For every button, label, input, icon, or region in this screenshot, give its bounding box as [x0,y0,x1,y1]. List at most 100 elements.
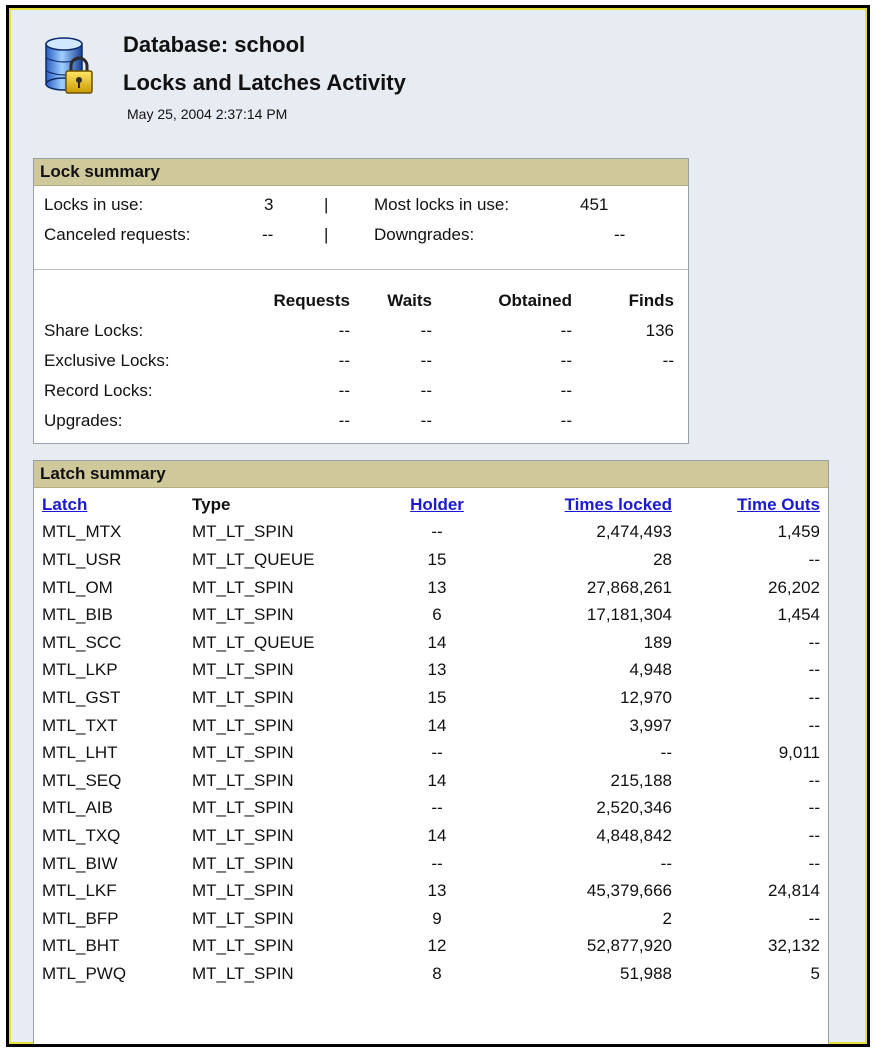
latch-time-outs-cell: -- [808,660,820,680]
lock-cell: -- [420,381,432,400]
latch-type-cell: MT_LT_SPIN [192,825,294,845]
latch-times-locked-cell: 28 [653,549,672,569]
latch-holder-cell: 14 [427,632,447,652]
table-row: MTL_SEQ MT_LT_SPIN 14 215,188 -- [42,767,820,795]
table-row: MTL_OM MT_LT_SPIN 13 27,868,261 26,202 [42,574,820,602]
table-row: MTL_MTX MT_LT_SPIN -- 2,474,493 1,459 [42,519,820,547]
lock-cell: -- [338,321,350,340]
column-divider: | [324,225,329,244]
latch-times-locked-cell: 2,474,493 [596,522,672,542]
lock-cell: -- [662,351,674,370]
latch-time-outs-cell: -- [808,715,820,735]
lock-cell: -- [338,411,350,430]
latch-times-locked-cell: 45,379,666 [586,881,672,901]
latch-time-outs-cell: 24,814 [768,881,820,901]
times-locked-sort-link[interactable]: Times locked [565,495,672,514]
database-title: Database: school [123,32,306,57]
holder-sort-link[interactable]: Holder [410,495,464,514]
latch-holder-cell: 12 [427,936,447,956]
latch-times-locked-cell: 27,868,261 [586,577,672,597]
latch-holder-cell: -- [431,798,443,818]
latch-time-outs-cell: 32,132 [768,936,820,956]
database-lock-icon [45,37,93,94]
lock-row-label: Share Locks: [44,321,144,340]
latch-name-cell: MTL_BIW [42,853,118,873]
col-requests: Requests [273,291,350,310]
lock-cell: -- [420,321,432,340]
lock-summary-panel: Lock summary Locks in use: 3 | Most lock… [33,158,689,444]
lock-cell: -- [560,321,572,340]
canceled-requests-value: -- [262,225,274,244]
latch-time-outs-cell: -- [808,549,820,569]
latch-name-cell: MTL_USR [42,549,122,569]
latch-times-locked-cell: 2,520,346 [596,798,672,818]
latch-times-locked-cell: 2 [662,908,672,928]
latch-holder-cell: 15 [427,687,447,707]
latch-type-cell: MT_LT_QUEUE [192,549,315,569]
latch-type-cell: MT_LT_SPIN [192,687,294,707]
latch-name-cell: MTL_SEQ [42,770,122,790]
lock-cell: -- [560,411,572,430]
latch-time-outs-cell: -- [808,908,820,928]
report-frame: Database: school Locks and Latches Activ… [6,5,870,1047]
latch-holder-cell: 14 [427,770,447,790]
latch-holder-cell: -- [431,743,443,763]
latch-times-locked-cell: -- [660,853,672,873]
lock-cell: -- [420,351,432,370]
latch-name-cell: MTL_LKF [42,881,117,901]
latch-times-locked-cell: 4,948 [629,660,672,680]
table-row: MTL_BIB MT_LT_SPIN 6 17,181,304 1,454 [42,601,820,629]
latch-name-cell: MTL_MTX [42,522,122,542]
canceled-requests-label: Canceled requests: [44,225,191,244]
latch-type-cell: MT_LT_SPIN [192,743,294,763]
table-row: MTL_AIB MT_LT_SPIN -- 2,520,346 -- [42,795,820,823]
latch-times-locked-cell: 3,997 [629,715,672,735]
latch-type-cell: MT_LT_SPIN [192,660,294,680]
latch-name-cell: MTL_TXT [42,715,118,735]
lock-summary-title: Lock summary [34,159,688,186]
latch-times-locked-cell: 12,970 [620,687,672,707]
latch-name-cell: MTL_BHT [42,936,120,956]
table-row: MTL_BIW MT_LT_SPIN -- -- -- [42,850,820,878]
table-row: MTL_TXT MT_LT_SPIN 14 3,997 -- [42,712,820,740]
table-row: MTL_USR MT_LT_QUEUE 15 28 -- [42,546,820,574]
lock-cell: -- [560,381,572,400]
table-row: MTL_TXQ MT_LT_SPIN 14 4,848,842 -- [42,822,820,850]
latch-times-locked-cell: 215,188 [610,770,672,790]
latch-sort-link[interactable]: Latch [42,495,87,514]
latch-type-cell: MT_LT_SPIN [192,936,294,956]
downgrades-value: -- [614,225,626,244]
col-waits: Waits [387,291,432,310]
report-timestamp: May 25, 2004 2:37:14 PM [127,106,288,122]
latch-time-outs-cell: -- [808,798,820,818]
latch-type-cell: MT_LT_QUEUE [192,632,315,652]
lock-row-label: Record Locks: [44,381,153,400]
latch-type-cell: MT_LT_SPIN [192,853,294,873]
latch-type-cell: MT_LT_SPIN [192,881,294,901]
latch-holder-cell: 13 [427,577,447,597]
latch-name-cell: MTL_SCC [42,632,122,652]
table-row: MTL_BHT MT_LT_SPIN 12 52,877,920 32,132 [42,933,820,961]
latch-holder-cell: -- [431,522,443,542]
latch-time-outs-cell: -- [808,687,820,707]
time-outs-sort-link[interactable]: Time Outs [737,495,820,514]
lock-row-label: Upgrades: [44,411,123,430]
col-obtained: Obtained [498,291,572,310]
most-locks-value: 451 [580,195,609,214]
latch-holder-cell: 15 [427,549,447,569]
latch-table-body: MTL_MTX MT_LT_SPIN -- 2,474,493 1,459 MTL_USR… [42,519,820,988]
lock-cell: -- [420,411,432,430]
latch-header-row: Latch Type Holder Times locked Time Outs [42,491,820,519]
latch-name-cell: MTL_BIB [42,605,113,625]
latch-type-cell: MT_LT_SPIN [192,577,294,597]
latch-type-cell: MT_LT_SPIN [192,605,294,625]
table-row: MTL_LKF MT_LT_SPIN 13 45,379,666 24,814 [42,877,820,905]
latch-time-outs-cell: 1,459 [777,522,820,542]
locks-in-use-label: Locks in use: [44,195,144,214]
latch-holder-cell: 14 [427,715,447,735]
table-row: MTL_BFP MT_LT_SPIN 9 2 -- [42,905,820,933]
latch-times-locked-cell: 51,988 [620,963,672,983]
latch-time-outs-cell: -- [808,632,820,652]
latch-holder-cell: 13 [427,660,447,680]
latch-time-outs-cell: 9,011 [778,743,820,763]
